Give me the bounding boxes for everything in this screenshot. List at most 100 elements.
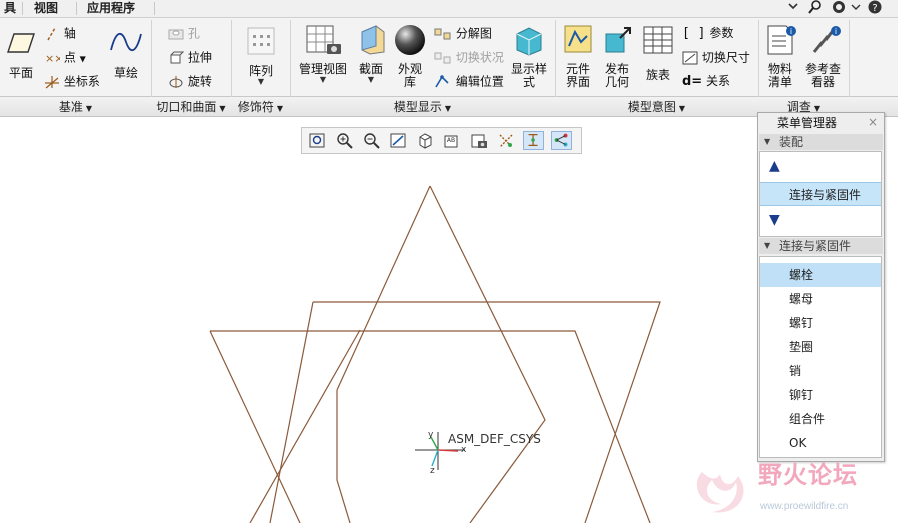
menu-manager-close-button[interactable]: × <box>868 115 878 129</box>
family-table-label: 族表 <box>645 68 670 82</box>
pattern-dropdown-icon[interactable]: ▼ <box>244 78 278 86</box>
edit-position-button[interactable]: 编辑位置 <box>434 75 504 89</box>
menu-item-bolt[interactable]: 螺栓 <box>760 263 881 287</box>
section-button[interactable]: 截面 ▼ <box>354 24 388 84</box>
annotation-display-toggle[interactable] <box>523 131 544 150</box>
group-cut-surface[interactable]: 切口和曲面 ▼ <box>151 99 231 115</box>
switch-dimensions-icon <box>682 51 698 65</box>
bom-icon: i <box>767 25 796 55</box>
hole-button[interactable]: 孔 <box>168 27 200 41</box>
group-model-intent[interactable]: 模型意图 ▼ <box>555 99 758 115</box>
appearance-label-2: 库 <box>403 75 416 89</box>
group-datum[interactable]: 基准 ▼ <box>0 99 151 115</box>
plane-icon <box>7 33 35 53</box>
repaint-icon[interactable] <box>388 131 409 150</box>
view-manager-button[interactable]: 管理视图 ▼ <box>297 24 349 84</box>
datum-display-filter-icon[interactable] <box>496 131 517 150</box>
menu-item-pin[interactable]: 销 <box>760 359 881 383</box>
edit-position-icon <box>435 75 449 88</box>
axis-x-label: x <box>461 445 467 455</box>
bom-button[interactable]: i 物料 清单 <box>762 24 798 89</box>
display-style-view-icon[interactable] <box>415 131 436 150</box>
section-icon <box>361 25 385 55</box>
csys-button[interactable]: 坐标系 <box>44 75 100 89</box>
group-model-display-label: 模型显示 <box>393 100 442 114</box>
menu-manager-panel: 菜单管理器 × ▼ 装配 ▲ 连接与紧固件 ▼ ▼ 连接与紧固件 螺栓 螺母 螺… <box>757 112 885 462</box>
scroll-up-icon[interactable]: ▲ <box>769 158 780 174</box>
fastener-section-header[interactable]: ▼ 连接与紧固件 <box>759 238 883 254</box>
switch-dimensions-label: 切换尺寸 <box>701 50 750 65</box>
tab-separator <box>154 2 155 15</box>
extrude-button[interactable]: 拉伸 <box>168 51 212 65</box>
view-manager-view-icon[interactable] <box>469 131 490 150</box>
tab-applications[interactable]: 应用程序 <box>81 0 141 17</box>
component-interface-icon <box>564 25 592 53</box>
component-interface-button[interactable]: 元件 界面 <box>561 24 595 89</box>
revolve-button[interactable]: 旋转 <box>168 75 212 89</box>
reference-viewer-label-2: 看器 <box>810 75 835 89</box>
menu-item-rivet[interactable]: 铆钉 <box>760 383 881 407</box>
view-manager-dropdown-icon[interactable]: ▼ <box>297 76 349 84</box>
menu-item-connections-fasteners[interactable]: 连接与紧固件 <box>760 182 881 206</box>
refit-icon[interactable] <box>307 131 328 150</box>
csys-icon <box>45 76 59 89</box>
appearance-button[interactable]: 外观 库 <box>393 24 427 89</box>
family-table-button[interactable]: 族表 <box>641 24 675 82</box>
menu-item-washer[interactable]: 垫圈 <box>760 335 881 359</box>
menu-item-screw[interactable]: 螺钉 <box>760 311 881 335</box>
reference-viewer-button[interactable]: i 参考查 看器 <box>802 24 844 89</box>
sketch-button[interactable]: 草绘 <box>108 28 144 80</box>
tab-view[interactable]: 视图 <box>28 0 64 17</box>
toggle-status-button[interactable]: 切换状况 <box>434 51 504 65</box>
scroll-down-icon[interactable]: ▼ <box>769 212 780 228</box>
parameters-button[interactable]: [ ] 参数 <box>682 27 733 41</box>
assembly-section-label: 装配 <box>779 135 804 149</box>
dropdown-icon[interactable] <box>849 0 863 14</box>
expand-ribbon-icon[interactable] <box>786 0 800 14</box>
tab-separator <box>22 2 23 15</box>
sketch-line <box>429 185 546 523</box>
sketch-line <box>336 390 351 523</box>
sketch-label: 草绘 <box>113 66 138 80</box>
saved-orientations-icon[interactable]: AB <box>442 131 463 150</box>
menu-item-ok[interactable]: OK <box>760 431 881 455</box>
tab-tools[interactable]: 具 <box>0 0 22 17</box>
pattern-button[interactable]: 阵列 ▼ <box>244 26 278 86</box>
point-dropdown-icon[interactable]: ▼ <box>80 55 86 64</box>
help-icon[interactable]: ? <box>868 0 882 14</box>
point-button[interactable]: ×× 点 ▼ <box>44 51 86 66</box>
bom-label-2: 清单 <box>767 75 792 89</box>
settings-icon[interactable] <box>832 0 846 14</box>
point-icon: ×× <box>45 52 63 65</box>
plane-button[interactable]: 平面 <box>4 28 38 80</box>
display-style-button[interactable]: 显示样 式 <box>509 24 549 89</box>
revolve-label: 旋转 <box>187 74 212 89</box>
group-modifier[interactable]: 修饰符 ▼ <box>231 99 290 115</box>
switch-dimensions-button[interactable]: 切换尺寸 <box>682 51 750 65</box>
spin-center-toggle[interactable] <box>551 131 572 150</box>
fastener-menu-box: 螺栓 螺母 螺钉 垫圈 销 铆钉 组合件 OK <box>759 256 882 458</box>
appearance-sphere-icon <box>395 25 425 55</box>
group-modifier-label: 修饰符 <box>237 100 274 114</box>
display-style-label-2: 式 <box>522 75 535 89</box>
axis-button[interactable]: 轴 <box>44 27 76 41</box>
annotation-display-icon <box>528 134 538 147</box>
explode-view-button[interactable]: 分解图 <box>434 27 492 41</box>
axis-y-label: y <box>428 430 434 440</box>
menu-item-nut[interactable]: 螺母 <box>760 287 881 311</box>
forum-logo-icon <box>696 472 744 513</box>
menu-item-assembly-group[interactable]: 组合件 <box>760 407 881 431</box>
relations-button[interactable]: d= 关系 <box>682 75 730 89</box>
zoom-in-icon[interactable] <box>334 131 355 150</box>
toggle-status-icon <box>434 52 451 64</box>
point-label: 点 <box>63 50 76 65</box>
svg-text:AB: AB <box>447 137 455 144</box>
group-model-display[interactable]: 模型显示 ▼ <box>290 99 555 115</box>
publish-geometry-button[interactable]: 发布 几何 <box>600 24 634 89</box>
zoom-out-icon[interactable] <box>361 131 382 150</box>
search-icon[interactable] <box>808 0 822 14</box>
plane-label: 平面 <box>8 66 33 80</box>
assembly-section-header[interactable]: ▼ 装配 <box>759 134 883 150</box>
section-dropdown-icon[interactable]: ▼ <box>354 76 388 84</box>
assembly-menu-box: ▲ 连接与紧固件 ▼ <box>759 151 882 237</box>
